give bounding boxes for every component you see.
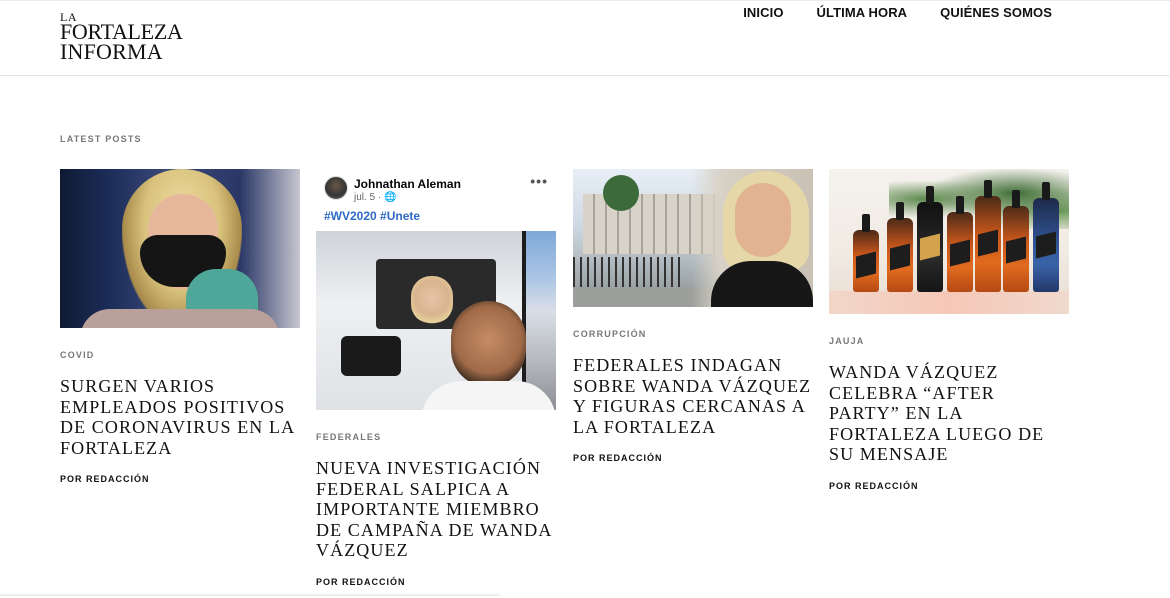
section-label: LATEST POSTS (60, 134, 142, 144)
bottle-shape (887, 202, 913, 292)
fb-hashtags: #WV2020 #Unete (324, 209, 421, 223)
post-title[interactable]: NUEVA INVESTIGACIÓN FEDERAL SALPICA A IM… (316, 458, 556, 561)
nav-link-inicio[interactable]: INICIO (743, 5, 783, 20)
post-byline: POR REDACCIÓN (829, 480, 919, 491)
fb-post-meta: jul. 5 · 🌐 (354, 192, 397, 203)
main-nav: INICIO ÚLTIMA HORA QUIÉNES SOMOS (743, 5, 1052, 20)
bottle-shape (853, 214, 879, 292)
bottle-shape (1003, 190, 1029, 292)
logo-line-3: INFORMA (60, 39, 163, 64)
post-card-covid: COVID SURGEN VARIOS EMPLEADOS POSITIVOS … (60, 169, 300, 484)
photo-shape (421, 381, 556, 410)
site-logo[interactable]: LA FORTALEZA INFORMA (60, 11, 183, 63)
bottle-shape (975, 180, 1001, 292)
post-byline: POR REDACCIÓN (316, 576, 406, 587)
fb-photo (316, 231, 556, 410)
divider (0, 594, 500, 596)
post-category[interactable]: FEDERALES (316, 432, 556, 442)
photo-shape (735, 183, 791, 257)
post-category[interactable]: JAUJA (829, 336, 1069, 346)
bottle-shape (917, 186, 943, 292)
post-title[interactable]: FEDERALES INDAGAN SOBRE WANDA VÁZQUEZ Y … (573, 355, 813, 437)
avatar (324, 176, 348, 200)
post-thumbnail[interactable] (60, 169, 300, 328)
post-card-corrupcion: CORRUPCIÓN FEDERALES INDAGAN SOBRE WANDA… (573, 169, 813, 463)
post-thumbnail-facebook-embed[interactable]: Johnathan Aleman jul. 5 · 🌐 ••• #WV2020 … (316, 169, 556, 410)
post-card-jauja: JAUJA WANDA VÁZQUEZ CELEBRA “AFTER PARTY… (829, 169, 1069, 491)
nav-link-quienes-somos[interactable]: QUIÉNES SOMOS (940, 5, 1052, 20)
post-category[interactable]: CORRUPCIÓN (573, 329, 813, 339)
bottle-shape (947, 196, 973, 292)
bottle-shape (1033, 182, 1059, 292)
photo-shape (341, 336, 401, 376)
post-card-federales: Johnathan Aleman jul. 5 · 🌐 ••• #WV2020 … (316, 169, 556, 587)
photo-shape (573, 257, 683, 287)
nav-link-ultima-hora[interactable]: ÚLTIMA HORA (817, 5, 908, 20)
post-thumbnail[interactable] (829, 169, 1069, 314)
fb-author-name: Johnathan Aleman (354, 177, 461, 191)
photo-shape (451, 301, 526, 387)
post-byline: POR REDACCIÓN (60, 474, 150, 484)
photo-shape (411, 276, 453, 324)
photo-shape (603, 175, 639, 211)
photo-shape (80, 309, 280, 328)
post-title[interactable]: WANDA VÁZQUEZ CELEBRA “AFTER PARTY” EN L… (829, 362, 1069, 465)
more-options-icon: ••• (530, 173, 548, 189)
post-byline: POR REDACCIÓN (573, 453, 663, 463)
post-title[interactable]: SURGEN VARIOS EMPLEADOS POSITIVOS DE COR… (60, 376, 300, 458)
photo-shape (829, 291, 1069, 314)
site-header: LA FORTALEZA INFORMA INICIO ÚLTIMA HORA … (0, 0, 1170, 76)
post-thumbnail[interactable] (573, 169, 813, 307)
post-category[interactable]: COVID (60, 350, 300, 360)
